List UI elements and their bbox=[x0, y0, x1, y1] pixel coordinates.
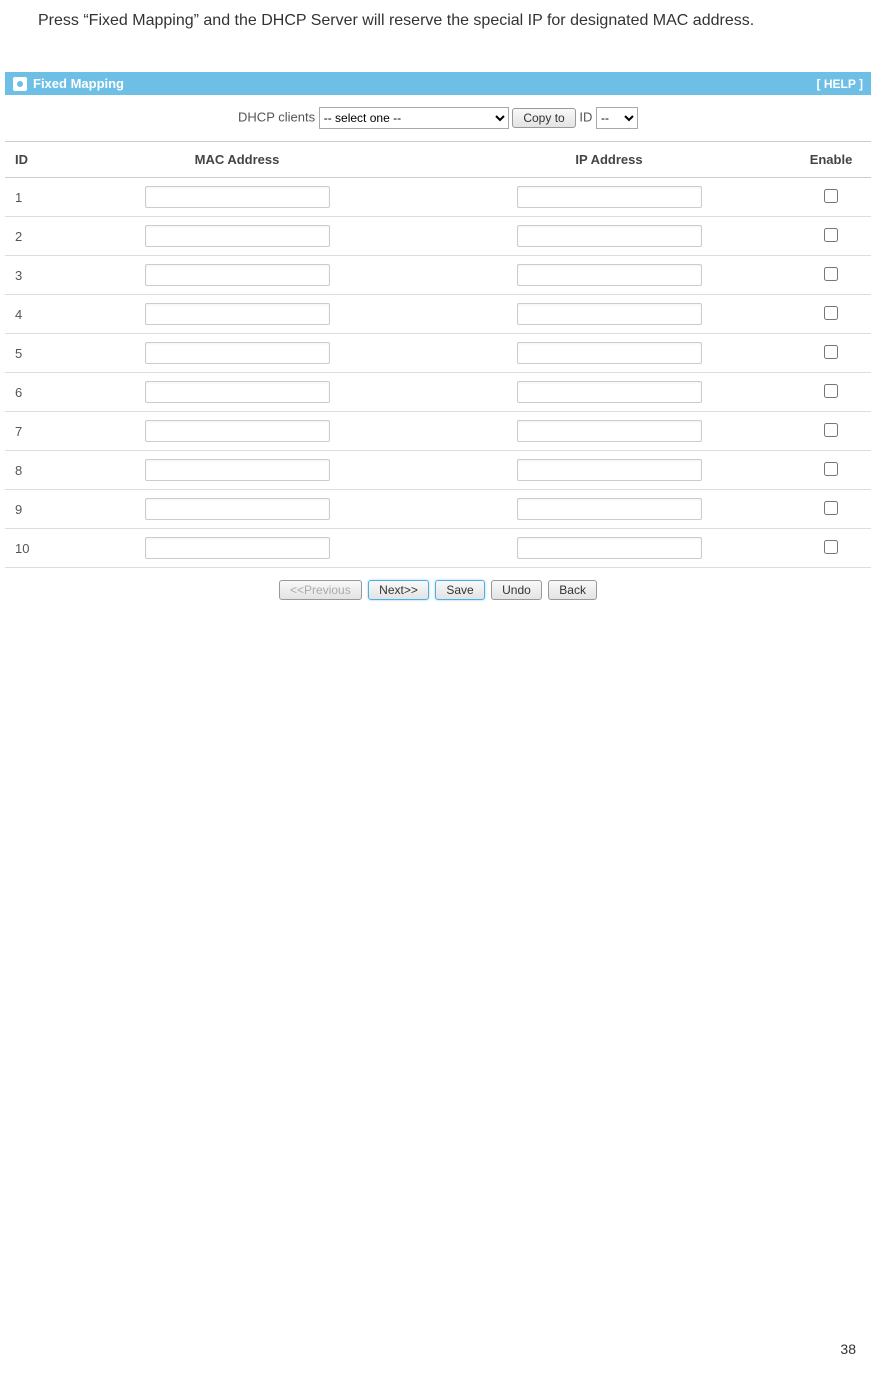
panel-title: Fixed Mapping bbox=[33, 76, 124, 91]
page-number: 38 bbox=[840, 1341, 856, 1357]
top-controls: DHCP clients -- select one -- Copy to ID… bbox=[5, 95, 871, 142]
enable-checkbox[interactable] bbox=[824, 189, 838, 203]
mac-input[interactable] bbox=[145, 264, 330, 286]
enable-checkbox[interactable] bbox=[824, 345, 838, 359]
intro-text: Press “Fixed Mapping” and the DHCP Serve… bbox=[0, 0, 876, 57]
enable-checkbox[interactable] bbox=[824, 306, 838, 320]
mac-input[interactable] bbox=[145, 381, 330, 403]
fixed-mapping-panel: Fixed Mapping [ HELP ] DHCP clients -- s… bbox=[5, 72, 871, 612]
back-button[interactable]: Back bbox=[548, 580, 597, 600]
id-label: ID bbox=[579, 109, 592, 124]
row-id: 2 bbox=[5, 217, 47, 256]
row-id: 3 bbox=[5, 256, 47, 295]
row-id: 5 bbox=[5, 334, 47, 373]
enable-checkbox[interactable] bbox=[824, 384, 838, 398]
col-ip: IP Address bbox=[427, 142, 791, 178]
enable-checkbox[interactable] bbox=[824, 423, 838, 437]
ip-input[interactable] bbox=[517, 537, 702, 559]
undo-button[interactable]: Undo bbox=[491, 580, 542, 600]
mac-input[interactable] bbox=[145, 420, 330, 442]
next-button[interactable]: Next>> bbox=[368, 580, 429, 600]
copy-to-button[interactable]: Copy to bbox=[512, 108, 575, 128]
row-id: 6 bbox=[5, 373, 47, 412]
ip-input[interactable] bbox=[517, 498, 702, 520]
dhcp-clients-select[interactable]: -- select one -- bbox=[319, 107, 509, 129]
row-id: 1 bbox=[5, 178, 47, 217]
enable-checkbox[interactable] bbox=[824, 462, 838, 476]
dhcp-clients-label: DHCP clients bbox=[238, 109, 315, 124]
mapping-table: ID MAC Address IP Address Enable 1234567… bbox=[5, 142, 871, 568]
ip-input[interactable] bbox=[517, 225, 702, 247]
row-id: 9 bbox=[5, 490, 47, 529]
col-enable: Enable bbox=[791, 142, 871, 178]
table-row: 6 bbox=[5, 373, 871, 412]
mac-input[interactable] bbox=[145, 459, 330, 481]
bottom-controls: <<Previous Next>> Save Undo Back bbox=[5, 568, 871, 612]
ip-input[interactable] bbox=[517, 381, 702, 403]
panel-header: Fixed Mapping [ HELP ] bbox=[5, 72, 871, 95]
mac-input[interactable] bbox=[145, 225, 330, 247]
table-row: 4 bbox=[5, 295, 871, 334]
table-row: 2 bbox=[5, 217, 871, 256]
save-button[interactable]: Save bbox=[435, 580, 484, 600]
row-id: 10 bbox=[5, 529, 47, 568]
previous-button: <<Previous bbox=[279, 580, 362, 600]
col-id: ID bbox=[5, 142, 47, 178]
table-row: 10 bbox=[5, 529, 871, 568]
id-select[interactable]: -- bbox=[596, 107, 638, 129]
mac-input[interactable] bbox=[145, 186, 330, 208]
mac-input[interactable] bbox=[145, 537, 330, 559]
ip-input[interactable] bbox=[517, 264, 702, 286]
ip-input[interactable] bbox=[517, 459, 702, 481]
mac-input[interactable] bbox=[145, 498, 330, 520]
help-link[interactable]: [ HELP ] bbox=[817, 77, 863, 91]
table-row: 9 bbox=[5, 490, 871, 529]
ip-input[interactable] bbox=[517, 186, 702, 208]
table-row: 7 bbox=[5, 412, 871, 451]
table-row: 8 bbox=[5, 451, 871, 490]
table-row: 5 bbox=[5, 334, 871, 373]
table-row: 1 bbox=[5, 178, 871, 217]
col-mac: MAC Address bbox=[47, 142, 427, 178]
enable-checkbox[interactable] bbox=[824, 267, 838, 281]
enable-checkbox[interactable] bbox=[824, 228, 838, 242]
table-row: 3 bbox=[5, 256, 871, 295]
panel-icon bbox=[13, 77, 27, 91]
mac-input[interactable] bbox=[145, 303, 330, 325]
ip-input[interactable] bbox=[517, 303, 702, 325]
row-id: 7 bbox=[5, 412, 47, 451]
ip-input[interactable] bbox=[517, 342, 702, 364]
row-id: 8 bbox=[5, 451, 47, 490]
enable-checkbox[interactable] bbox=[824, 540, 838, 554]
enable-checkbox[interactable] bbox=[824, 501, 838, 515]
ip-input[interactable] bbox=[517, 420, 702, 442]
row-id: 4 bbox=[5, 295, 47, 334]
mac-input[interactable] bbox=[145, 342, 330, 364]
